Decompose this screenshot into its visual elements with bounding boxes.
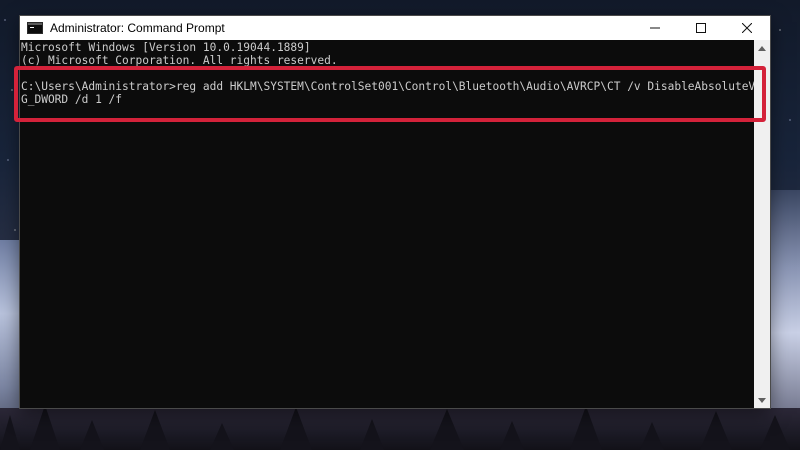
console-line-command-continued: G_DWORD /d 1 /f [21,93,123,106]
title-bar[interactable]: Administrator: Command Prompt [20,16,770,40]
window-title: Administrator: Command Prompt [50,21,225,35]
console-line-version: Microsoft Windows [Version 10.0.19044.18… [21,41,311,54]
minimize-button[interactable] [632,16,678,40]
maximize-icon [696,23,706,33]
close-icon [742,23,752,33]
maximize-button[interactable] [678,16,724,40]
scroll-up-button[interactable] [754,40,770,56]
minimize-icon [650,27,660,29]
scroll-track[interactable] [754,56,770,392]
command-prompt-window[interactable]: Administrator: Command Prompt Microsoft … [20,16,770,408]
console-output[interactable]: Microsoft Windows [Version 10.0.19044.18… [20,40,754,408]
close-button[interactable] [724,16,770,40]
window-controls [632,16,770,40]
console-line-copyright: (c) Microsoft Corporation. All rights re… [21,54,338,67]
chevron-down-icon [758,397,766,403]
vertical-scrollbar[interactable] [754,40,770,408]
scroll-down-button[interactable] [754,392,770,408]
chevron-up-icon [758,45,766,51]
console-line-command: C:\Users\Administrator>reg add HKLM\SYST… [21,80,754,93]
command-prompt-icon [27,22,43,34]
